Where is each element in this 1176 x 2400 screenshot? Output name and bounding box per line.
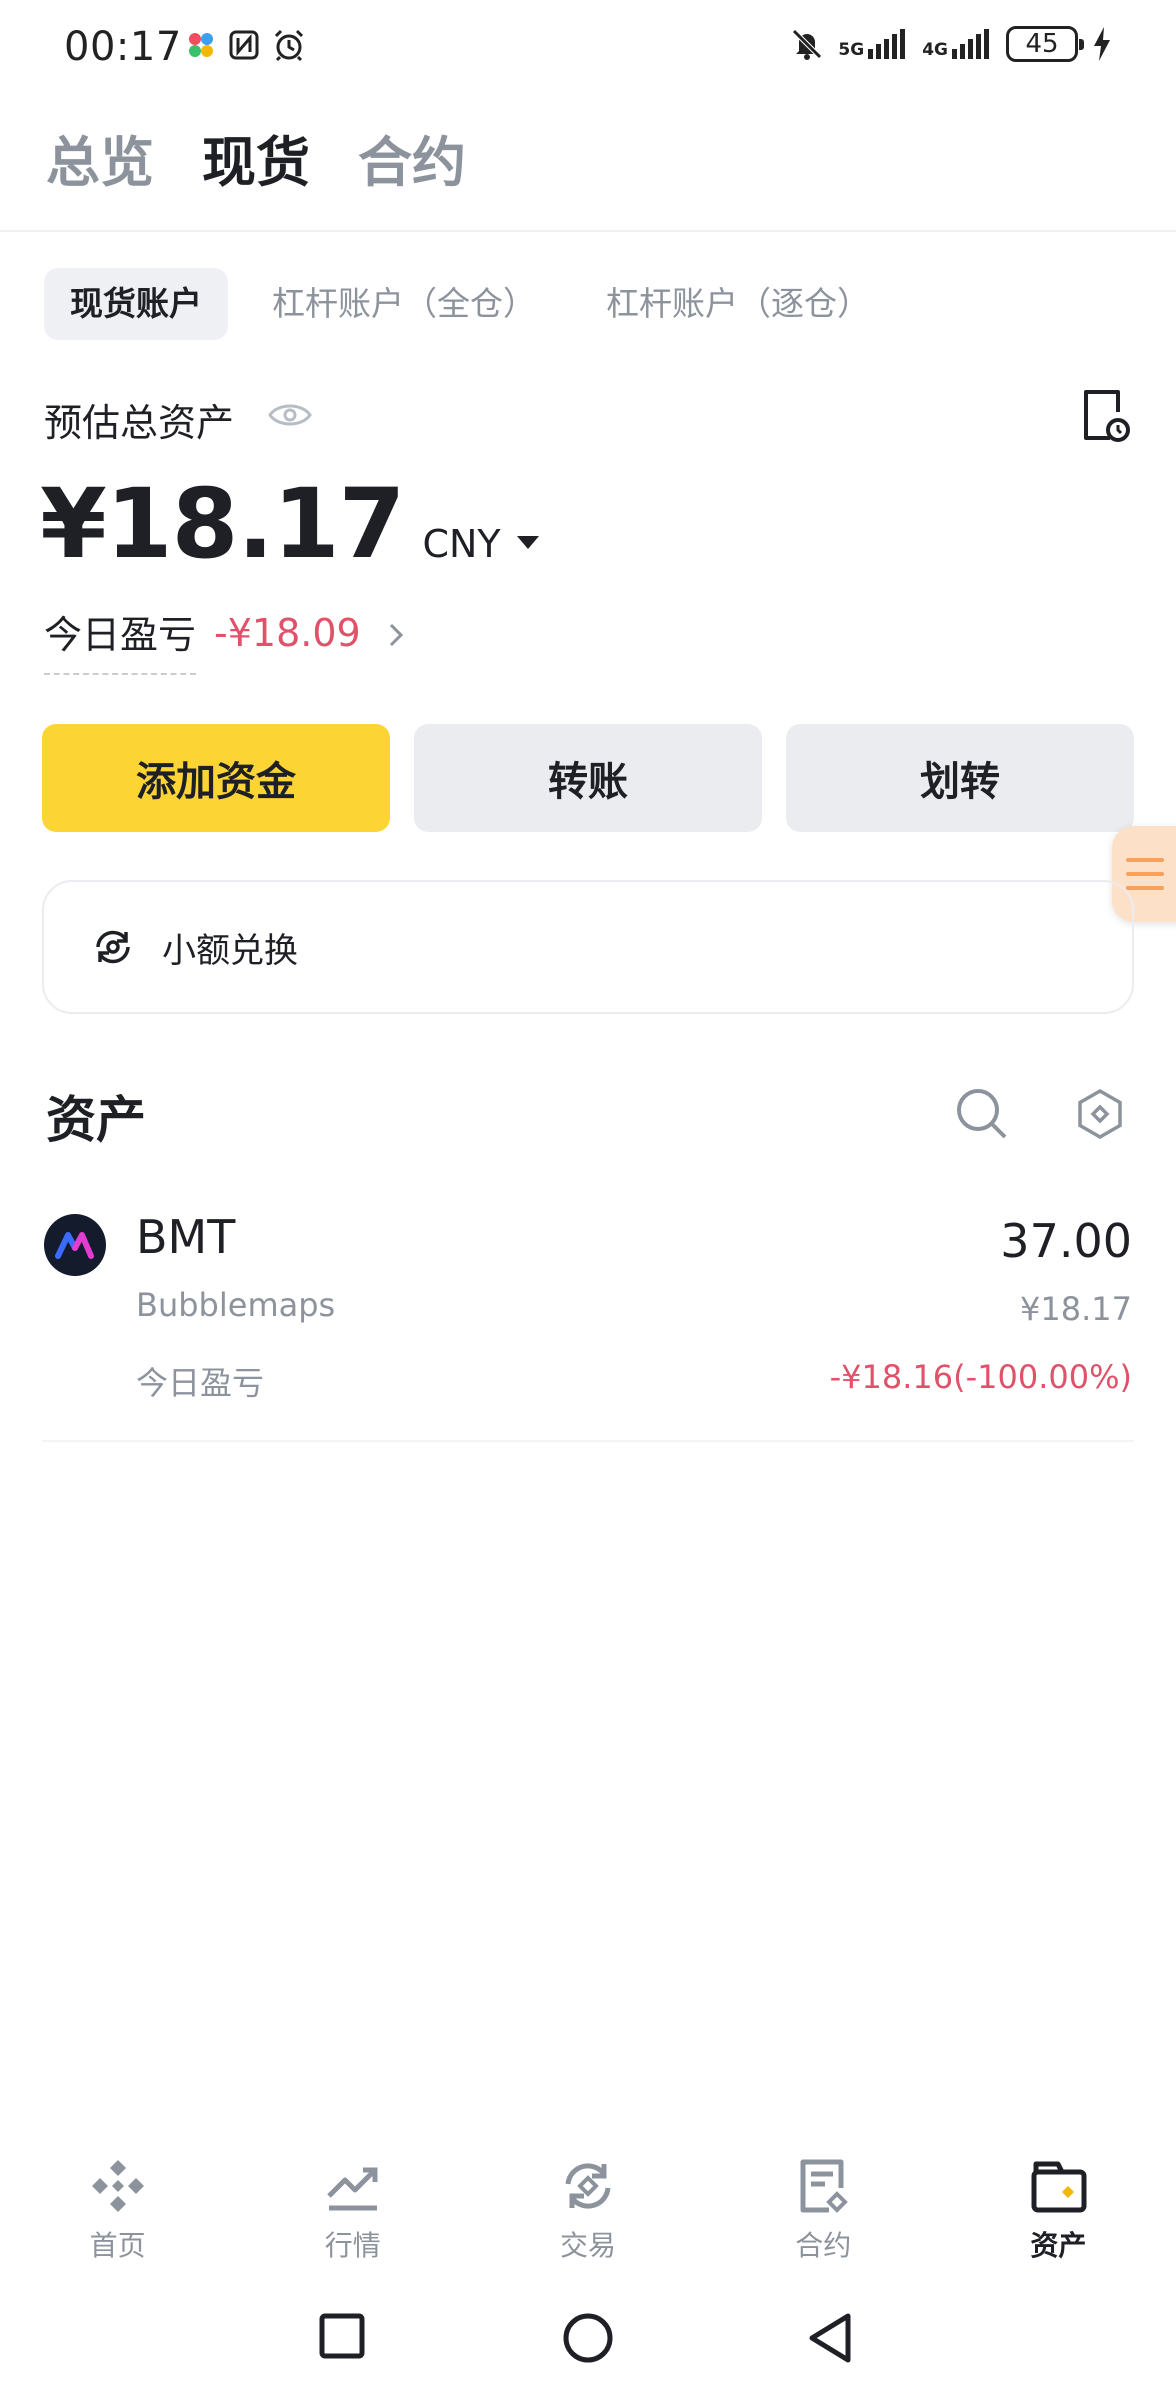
charging-icon bbox=[1094, 27, 1110, 61]
asset-settings-icon[interactable] bbox=[1076, 1088, 1124, 1144]
transfer-button[interactable]: 转账 bbox=[414, 724, 762, 832]
tab-overview[interactable]: 总览 bbox=[46, 128, 154, 198]
search-icon[interactable] bbox=[954, 1086, 1010, 1146]
transaction-history-icon[interactable] bbox=[1080, 388, 1130, 448]
dust-convert-label: 小额兑换 bbox=[162, 930, 298, 971]
currency-selector[interactable]: CNY bbox=[422, 522, 539, 566]
nfc-icon bbox=[229, 30, 259, 60]
asset-row[interactable]: BMT Bubblemaps 今日盈亏 37.00 ¥18.17 -¥18.16… bbox=[42, 1210, 1134, 1442]
nav-markets[interactable]: 行情 bbox=[235, 2156, 470, 2276]
convert-icon bbox=[96, 930, 130, 964]
coin-pnl-label: 今日盈亏 bbox=[136, 1364, 265, 1402]
status-right: 5G 4G 45 bbox=[790, 26, 1112, 62]
system-nav-bar bbox=[0, 2300, 1176, 2380]
bmt-coin-icon bbox=[44, 1214, 106, 1276]
caret-down-icon bbox=[516, 536, 539, 549]
nav-home[interactable]: 首页 bbox=[0, 2156, 235, 2276]
nav-assets[interactable]: 资产 bbox=[941, 2156, 1176, 2276]
home-icon bbox=[91, 2160, 144, 2212]
balance-amount: ¥18.17 bbox=[40, 468, 405, 580]
status-left-icons bbox=[186, 28, 306, 62]
estimated-assets-label: 预估总资产 bbox=[44, 401, 235, 445]
tab-isolated-margin-account[interactable]: 杠杆账户（逐仓） bbox=[580, 268, 896, 340]
wallet-icon bbox=[1031, 2161, 1087, 2213]
coin-pnl-value: -¥18.16(-100.00%) bbox=[829, 1358, 1132, 1396]
back-button[interactable] bbox=[806, 2312, 854, 2364]
bottom-nav: 首页 行情 交易 合约 资产 bbox=[0, 2156, 1176, 2276]
today-pnl-row[interactable]: 今日盈亏 -¥18.09 bbox=[44, 604, 405, 675]
top-tabs: 总览 现货 合约 bbox=[46, 128, 466, 198]
coin-amount: 37.00 bbox=[1000, 1214, 1132, 1268]
tab-futures[interactable]: 合约 bbox=[358, 128, 466, 198]
tab-cross-margin-account[interactable]: 杠杆账户（全仓） bbox=[246, 268, 562, 340]
net-label-5g: 5G bbox=[838, 40, 865, 60]
signal-bars-icon bbox=[868, 29, 906, 59]
divider bbox=[0, 230, 1176, 232]
battery-indicator: 45 bbox=[1006, 26, 1084, 62]
alarm-icon bbox=[274, 29, 304, 62]
battery-level: 45 bbox=[1025, 29, 1059, 59]
app-notification-icon bbox=[189, 33, 213, 57]
today-pnl-label: 今日盈亏 bbox=[44, 604, 197, 675]
trade-icon bbox=[565, 2163, 611, 2209]
nav-assets-label: 资产 bbox=[1030, 2229, 1087, 2262]
nav-trade-label: 交易 bbox=[560, 2229, 617, 2262]
tab-spot-account[interactable]: 现货账户 bbox=[44, 268, 228, 340]
balance-display: ¥18.17 CNY bbox=[40, 468, 539, 580]
mute-icon bbox=[792, 29, 823, 60]
chevron-right-icon bbox=[389, 623, 403, 646]
tab-spot[interactable]: 现货 bbox=[202, 128, 310, 198]
assets-heading: 资产 bbox=[46, 1091, 146, 1149]
signal-4g: 4G bbox=[922, 29, 992, 59]
signal-5g: 5G bbox=[838, 29, 908, 59]
coin-value: ¥18.17 bbox=[1020, 1290, 1132, 1328]
status-time: 00:17 bbox=[64, 24, 182, 70]
today-pnl-value: -¥18.09 bbox=[214, 610, 361, 655]
home-button[interactable] bbox=[562, 2312, 614, 2364]
recents-button[interactable] bbox=[318, 2312, 366, 2360]
coin-symbol: BMT bbox=[136, 1210, 236, 1264]
nav-home-label: 首页 bbox=[89, 2229, 146, 2262]
markets-icon bbox=[327, 2167, 378, 2211]
internal-transfer-button[interactable]: 划转 bbox=[786, 724, 1134, 832]
action-buttons: 添加资金 转账 划转 bbox=[42, 724, 1134, 832]
net-label-4g: 4G bbox=[922, 40, 948, 60]
currency-label: CNY bbox=[422, 522, 501, 566]
nav-trade[interactable]: 交易 bbox=[470, 2156, 705, 2276]
dust-convert-card[interactable]: 小额兑换 bbox=[42, 880, 1134, 1014]
signal-bars-icon bbox=[952, 29, 989, 59]
futures-icon bbox=[800, 2159, 849, 2213]
account-tabs: 现货账户 杠杆账户（全仓） 杠杆账户（逐仓） bbox=[44, 268, 914, 340]
nav-futures[interactable]: 合约 bbox=[706, 2156, 941, 2276]
coin-name: Bubblemaps bbox=[136, 1286, 336, 1324]
nav-markets-label: 行情 bbox=[324, 2229, 381, 2262]
status-bar: 00:17 5G 4G 45 bbox=[0, 0, 1176, 100]
add-funds-button[interactable]: 添加资金 bbox=[42, 724, 390, 832]
nav-futures-label: 合约 bbox=[795, 2229, 852, 2262]
eye-icon[interactable] bbox=[268, 400, 312, 434]
